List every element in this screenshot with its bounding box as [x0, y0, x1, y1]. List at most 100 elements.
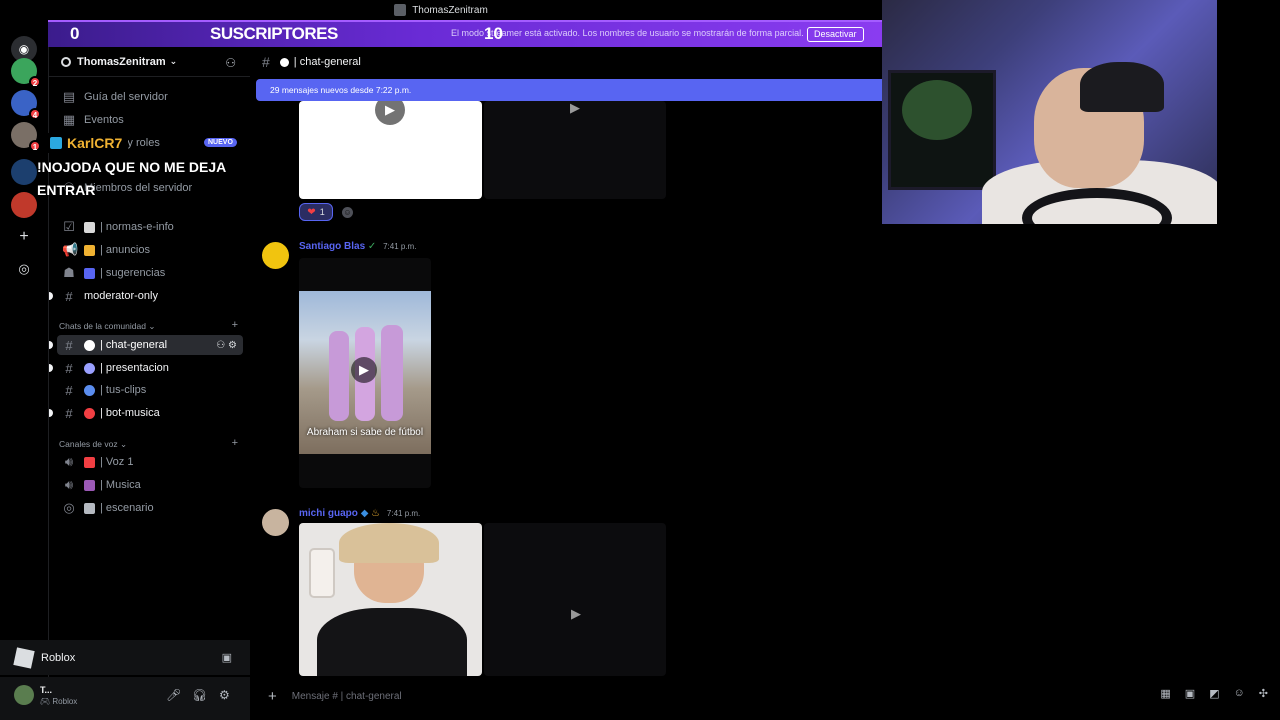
video-thumbnail: ▶ Abraham si sabe de fútbol — [299, 291, 431, 454]
video-attachment[interactable]: ▶ — [484, 101, 666, 199]
video-attachment[interactable]: ▶ Abraham si sabe de fútbol — [299, 258, 431, 488]
person-cap — [1080, 62, 1164, 112]
channel-bot-musica[interactable]: # | bot-musica — [57, 403, 243, 423]
user-status: 🎮︎ Roblox — [40, 697, 78, 706]
unread-indicator — [49, 341, 53, 349]
gif-icon[interactable]: ▣ — [1185, 687, 1195, 700]
megaphone-icon: 📢 — [62, 242, 79, 257]
megaphone-icon — [84, 456, 95, 468]
server-rail: ◉ 2 4 1 + ◎ — [0, 20, 48, 720]
kick-icon — [50, 137, 62, 149]
headphones-icon[interactable]: 🎧︎ — [192, 688, 207, 702]
person-hair — [339, 523, 439, 563]
add-server-icon[interactable]: + — [11, 224, 37, 250]
window-title: ThomasZenitram — [412, 4, 488, 16]
gift-icon[interactable]: ▦ — [1160, 687, 1170, 700]
unread-badge: 2 — [29, 76, 41, 88]
channel-normas-e-info[interactable]: ☑ | normas-e-info — [57, 217, 243, 237]
activity-game-name: Roblox — [41, 651, 76, 664]
channel-settings-icon[interactable]: ⚇ ⚙ — [216, 340, 237, 351]
hash-icon: # — [65, 382, 73, 398]
gear-icon[interactable]: ⚙ — [219, 688, 230, 702]
voice-channel-voz-1[interactable]: 🔊︎ | Voz 1 — [57, 452, 243, 472]
forum-icon: ☗ — [63, 265, 75, 280]
video-caption: Abraham si sabe de fútbol — [306, 427, 424, 438]
channel-presentacion[interactable]: # | presentacion — [57, 358, 243, 378]
server-name: ThomasZenitram — [77, 55, 166, 68]
verified-icon: ✓ — [367, 241, 377, 252]
new-messages-bar[interactable]: 29 mensajes nuevos desde 7:22 p.m. — [256, 79, 882, 101]
unread-indicator — [49, 364, 53, 372]
category-community[interactable]: Chats de la comunidad ⌄ — [59, 321, 155, 332]
server-icon[interactable] — [11, 159, 37, 185]
stream-screen-icon[interactable]: ▣ — [222, 651, 232, 664]
add-channel-icon[interactable]: + — [232, 437, 238, 449]
add-channel-icon[interactable]: + — [232, 319, 238, 331]
microphone-icon — [84, 502, 95, 514]
stage-channel-escenario[interactable]: ◎ | escenario — [57, 498, 243, 518]
user-name: T... — [40, 685, 53, 695]
play-icon[interactable]: ▶ — [375, 101, 405, 125]
fish-icon: ◆ — [360, 508, 369, 519]
user-avatar[interactable] — [14, 685, 34, 705]
streamer-mode-notice: El modo streamer está activado. Los nomb… — [451, 28, 804, 38]
message-composer[interactable]: + Mensaje # | chat-general ▦ ▣ ◩ ☺ ✣ — [258, 683, 1280, 709]
speech-bubble-icon — [84, 339, 95, 351]
server-header[interactable]: ThomasZenitram ⌄ ⚇ — [49, 47, 250, 77]
sticker-icon[interactable]: ◩ — [1209, 687, 1219, 700]
message-author[interactable]: michi guapo ◆ ♨ 7:41 p.m. — [299, 508, 420, 519]
fire-icon: ♨ — [371, 508, 381, 519]
user-panel: T... 🎮︎ Roblox 🎤︎ 🎧︎ ⚙ — [0, 677, 250, 720]
clipboard-icon — [84, 221, 95, 233]
video-attachment[interactable] — [299, 523, 482, 676]
channel-sugerencias[interactable]: ☗ | sugerencias — [57, 263, 243, 283]
apps-icon[interactable]: ✣ — [1259, 687, 1268, 700]
video-attachment[interactable]: ▶ — [299, 101, 482, 199]
deactivate-button[interactable]: Desactivar — [807, 27, 864, 42]
guide-icon: ▤ — [62, 89, 76, 104]
speech-bubble-icon — [279, 57, 289, 67]
server-icon[interactable] — [11, 192, 37, 218]
add-attachment-icon[interactable]: + — [268, 688, 277, 705]
tree-background — [902, 80, 972, 140]
roblox-icon — [13, 646, 35, 669]
hash-icon: # — [65, 360, 73, 376]
unread-indicator — [49, 292, 53, 300]
server-icon[interactable]: 2 — [11, 58, 41, 88]
person-figure — [329, 331, 349, 421]
play-icon[interactable]: ▶ — [561, 599, 591, 629]
message-author[interactable]: Santiago Blas ✓ 7:41 p.m. — [299, 241, 416, 252]
channel-anuncios[interactable]: 📢 | anuncios — [57, 240, 243, 260]
video-attachment[interactable]: ▶ — [484, 523, 666, 676]
person-shirt — [317, 608, 467, 676]
stream-alert-message: !NOJODA QUE NO ME DEJA ENTRAR — [37, 159, 226, 198]
server-icon[interactable]: 4 — [11, 90, 41, 120]
subscriber-count-left: 0 — [70, 24, 80, 43]
speaker-icon: 🔊︎ — [64, 454, 74, 469]
message-input[interactable]: Mensaje # | chat-general — [292, 691, 402, 702]
sidebar-item-events[interactable]: ▦ Eventos — [57, 110, 243, 130]
avatar[interactable] — [262, 242, 289, 269]
category-voice[interactable]: Canales de voz ⌄ — [59, 439, 127, 450]
avatar[interactable] — [262, 509, 289, 536]
invite-icon[interactable]: ⚇ — [225, 56, 236, 70]
channel-chat-general[interactable]: # | chat-general ⚇ ⚙ — [57, 335, 243, 355]
voice-channel-musica[interactable]: 🔊︎ | Musica — [57, 475, 243, 495]
chat-channel-name: | chat-general — [293, 56, 361, 68]
play-icon[interactable]: ▶ — [560, 101, 590, 123]
emoji-icon[interactable]: ☺ — [1234, 687, 1245, 700]
microphone-icon[interactable]: 🎤︎ — [166, 688, 181, 702]
hash-icon: # — [65, 337, 73, 353]
music-note-icon — [84, 479, 95, 491]
play-icon[interactable]: ▶ — [351, 357, 377, 383]
sidebar-item-guide[interactable]: ▤ Guía del servidor — [57, 87, 243, 107]
channel-tus-clips[interactable]: # | tus-clips — [57, 380, 243, 400]
discover-icon[interactable]: ◎ — [11, 256, 37, 282]
add-reaction-icon[interactable]: ☺ — [342, 207, 353, 218]
channel-moderator-only[interactable]: # moderator-only — [57, 286, 243, 306]
activity-panel[interactable]: Roblox ▣ — [0, 640, 250, 675]
reaction-heart[interactable]: ❤ 1 — [299, 203, 333, 221]
chat-header: # | chat-general — [250, 47, 882, 77]
server-icon[interactable]: 1 — [11, 122, 41, 152]
hash-icon: # — [65, 288, 73, 304]
